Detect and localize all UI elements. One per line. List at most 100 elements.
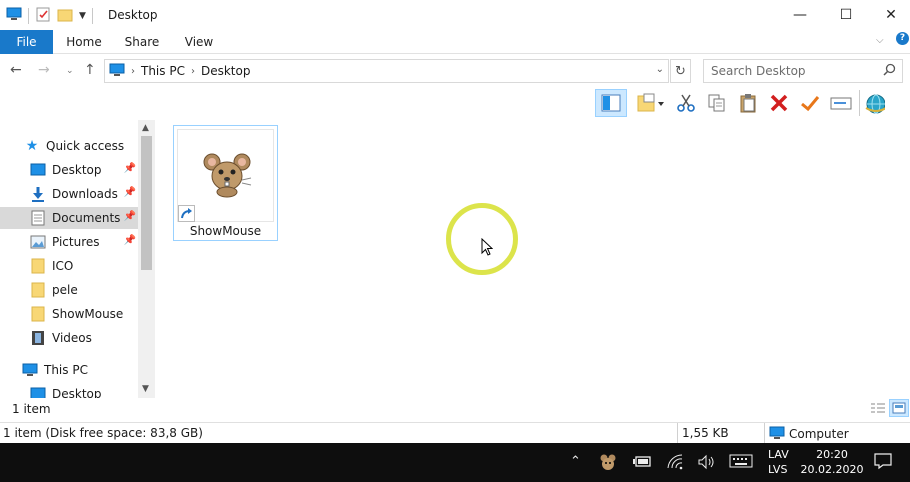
monitor-icon [769, 426, 785, 442]
desktop-folder-icon [30, 162, 46, 178]
chevron-down-icon[interactable]: ⌄ [656, 64, 664, 75]
quick-access-toolbar: ▼ [6, 6, 93, 25]
file-name-label: ShowMouse [189, 224, 262, 238]
mouse-cursor-icon [481, 237, 494, 259]
chevron-down-icon[interactable]: ▼ [79, 11, 86, 21]
monitor-icon[interactable] [6, 7, 22, 24]
shortcut-arrow-icon [178, 205, 195, 222]
view-options-icon[interactable] [632, 90, 668, 116]
nav-item-label: Videos [52, 331, 92, 345]
location-label: Computer [789, 427, 849, 441]
chevron-up-icon[interactable]: ⌃ [570, 454, 581, 469]
taskbar-clock[interactable]: 20:20 20.02.2020 [800, 447, 864, 477]
maximize-button[interactable]: ☐ [823, 0, 869, 30]
address-bar[interactable]: › This PC › Desktop ⌄ [104, 59, 669, 83]
wifi-icon[interactable] [666, 454, 684, 474]
search-icon[interactable] [883, 63, 896, 79]
properties-icon[interactable] [35, 6, 51, 25]
new-folder-icon[interactable] [57, 6, 73, 25]
nav-item-pictures[interactable]: Pictures 📌 [30, 231, 138, 253]
divider [677, 423, 678, 444]
breadcrumb-this-pc[interactable]: This PC [141, 64, 185, 78]
ribbon-tabs: File Home Share View ⌵ ? [0, 30, 910, 54]
star-icon: ★ [25, 138, 39, 154]
nav-item-label: ICO [52, 259, 74, 273]
details-view-icon[interactable] [869, 400, 887, 416]
nav-item-label: Desktop [52, 163, 102, 177]
title-bar: ▼ Desktop — ☐ ✕ [0, 0, 910, 30]
qat-separator [91, 7, 93, 24]
refresh-icon[interactable]: ↻ [670, 59, 691, 83]
showmouse-tray-icon[interactable] [599, 453, 617, 475]
checkmark-icon[interactable] [797, 90, 823, 116]
help-icon[interactable]: ? [896, 32, 909, 45]
nav-item-label: ShowMouse [52, 307, 124, 321]
scrollbar-thumb[interactable] [141, 136, 152, 270]
item-count: 1 item [12, 402, 51, 416]
cut-icon[interactable] [673, 90, 699, 116]
nav-item-label: Downloads [52, 187, 118, 201]
command-toolbar [595, 88, 885, 118]
chevron-up-icon[interactable]: ▲ [142, 123, 149, 133]
delete-icon[interactable] [766, 90, 792, 116]
large-icons-view-icon[interactable] [889, 399, 909, 417]
nav-item-desktop[interactable]: Desktop 📌 [30, 159, 138, 181]
nav-item-videos[interactable]: Videos [30, 327, 138, 349]
nav-item-pele[interactable]: pele [30, 279, 138, 301]
tab-view[interactable]: View [175, 30, 223, 54]
file-item-showmouse[interactable]: ShowMouse [173, 125, 278, 241]
tab-home[interactable]: Home [60, 30, 108, 54]
pin-icon[interactable]: 📌 [124, 187, 136, 198]
folder-icon [30, 306, 46, 322]
clock-date: 20.02.2020 [800, 463, 864, 476]
nav-item-ico[interactable]: ICO [30, 255, 138, 277]
chevron-down-icon[interactable]: ▼ [142, 384, 149, 394]
lang-line-2: LVS [768, 463, 788, 476]
monitor-icon [109, 63, 125, 79]
pin-icon[interactable]: 📌 [124, 163, 136, 174]
document-icon [30, 210, 46, 226]
nav-quick-access[interactable]: ★ Quick access [24, 135, 155, 157]
up-arrow-icon[interactable]: ↑ [84, 62, 96, 78]
pictures-icon [30, 234, 46, 250]
desktop-folder-icon [30, 386, 46, 398]
clock-time: 20:20 [816, 448, 848, 461]
nav-this-pc-desktop[interactable]: Desktop [30, 383, 138, 398]
status-bar: 1 item [0, 398, 910, 420]
breadcrumb-separator-icon[interactable]: › [191, 66, 195, 77]
rename-icon[interactable] [828, 90, 854, 116]
forward-arrow-icon[interactable]: → [38, 62, 50, 78]
nav-item-label: Desktop [52, 387, 102, 398]
tab-share[interactable]: Share [118, 30, 166, 54]
paste-icon[interactable] [735, 90, 761, 116]
preview-pane-icon[interactable] [595, 89, 627, 117]
notifications-icon[interactable] [874, 452, 892, 474]
back-arrow-icon[interactable]: ← [10, 62, 22, 78]
volume-icon[interactable] [697, 454, 715, 474]
input-language[interactable]: LAV LVS [768, 447, 789, 477]
chevron-down-icon[interactable]: ⌵ [876, 35, 884, 46]
navigation-pane: ★ Quick access Desktop 📌 Downloads 📌 Doc… [0, 120, 155, 398]
battery-icon[interactable] [632, 454, 652, 472]
breadcrumb-separator-icon[interactable]: › [131, 66, 135, 77]
explorer-window: ▼ Desktop — ☐ ✕ File Home Share View ⌵ ?… [0, 0, 910, 482]
shell-globe-icon[interactable] [859, 90, 885, 116]
nav-scrollbar[interactable]: ▲ ▼ [138, 120, 155, 398]
copy-icon[interactable] [704, 90, 730, 116]
nav-item-downloads[interactable]: Downloads 📌 [30, 183, 138, 205]
close-button[interactable]: ✕ [868, 0, 910, 30]
nav-item-documents[interactable]: Documents 📌 [0, 207, 138, 229]
breadcrumb-desktop[interactable]: Desktop [201, 64, 251, 78]
keyboard-icon[interactable] [729, 454, 753, 472]
pin-icon[interactable]: 📌 [124, 211, 136, 222]
tab-file[interactable]: File [0, 30, 53, 54]
nav-this-pc[interactable]: This PC [22, 359, 138, 381]
minimize-button[interactable]: — [777, 0, 823, 30]
nav-item-showmouse[interactable]: ShowMouse [30, 303, 138, 325]
qat-separator [28, 7, 29, 24]
chevron-down-icon[interactable]: ⌄ [66, 66, 74, 76]
pin-icon[interactable]: 📌 [124, 235, 136, 246]
taskbar: ⌃ LAV LVS 20:20 20.02.2020 [0, 443, 910, 482]
disk-info: 1 item (Disk free space: 83,8 GB) [3, 426, 203, 440]
search-input[interactable]: Search Desktop [703, 59, 903, 83]
